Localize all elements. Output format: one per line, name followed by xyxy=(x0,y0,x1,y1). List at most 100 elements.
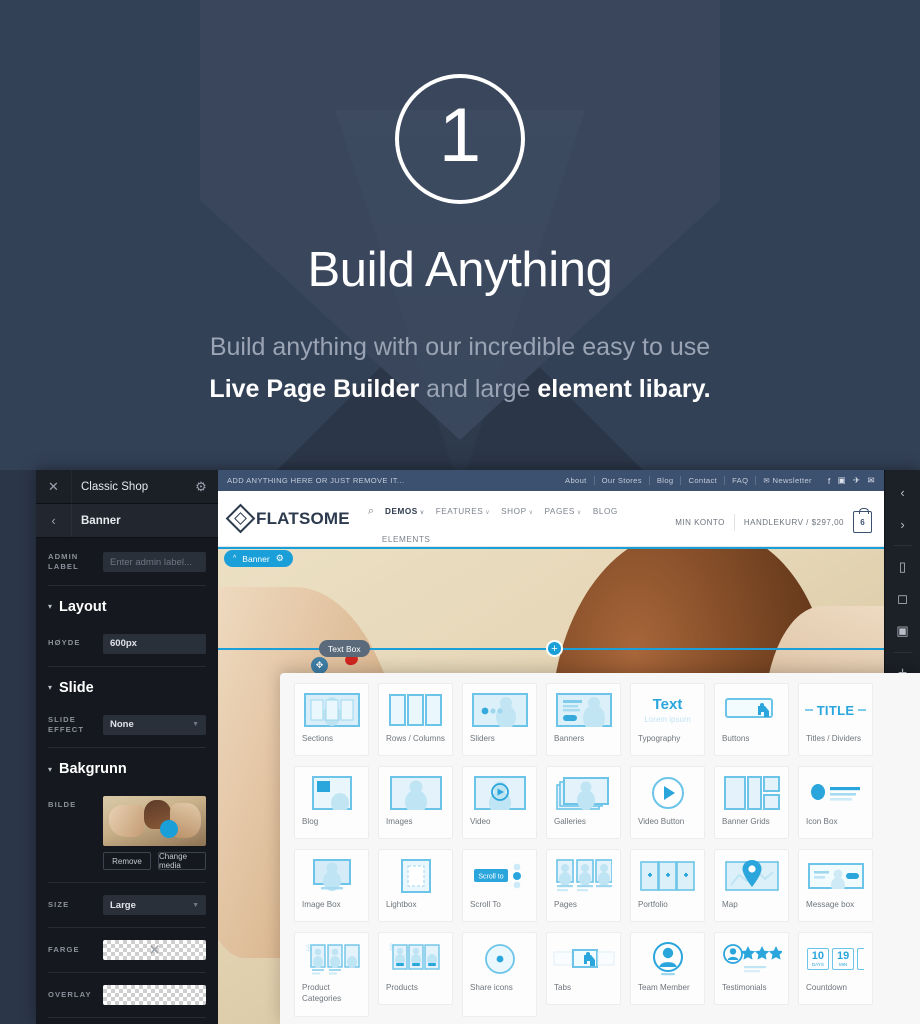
pages-icon xyxy=(552,858,615,894)
library-item-countdown[interactable]: 10 DAYS 19 MIN Countdown xyxy=(798,932,873,1005)
desktop-view-icon[interactable]: ▣ xyxy=(885,615,920,647)
search-icon[interactable]: ⌕ xyxy=(368,505,374,518)
divider xyxy=(48,665,206,667)
library-item-team-member[interactable]: Team Member xyxy=(630,932,705,1005)
site-logo[interactable]: FLATSOME xyxy=(225,503,350,534)
newsletter-label: Newsletter xyxy=(772,476,812,485)
divider xyxy=(48,584,206,586)
instagram-icon[interactable]: ▣ xyxy=(838,475,846,486)
hoyde-input[interactable]: 600px xyxy=(103,633,206,654)
tablet-view-icon[interactable]: ◻ xyxy=(885,583,920,615)
library-item-video[interactable]: Video xyxy=(462,766,537,839)
library-item-buttons[interactable]: Buttons xyxy=(714,683,789,756)
library-item-sections[interactable]: Sections xyxy=(294,683,369,756)
library-item-titles-dividers[interactable]: TITLE Titles / Dividers xyxy=(798,683,873,756)
library-item-product-categories[interactable]: $ Product Categories xyxy=(294,932,369,1017)
nav-item-pages[interactable]: PAGES ∨ xyxy=(545,507,582,516)
library-item-lightbox[interactable]: Lightbox xyxy=(378,849,453,922)
hero-subtitle-line1: Build anything with our incredible easy … xyxy=(209,333,711,361)
size-label: SIZE xyxy=(48,899,70,909)
prev-arrow-icon[interactable]: ‹ xyxy=(885,476,920,508)
collapse-chevron-icon: ^ xyxy=(233,555,237,562)
background-image-thumbnail[interactable] xyxy=(103,796,206,846)
top-link-about[interactable]: About xyxy=(558,476,595,485)
svg-text:$: $ xyxy=(306,943,311,953)
textbox-element-tag[interactable]: Text Box xyxy=(319,640,370,657)
section-bakgrunn-label: Bakgrunn xyxy=(59,761,127,777)
banner-element-tag[interactable]: ^ Banner ⚙ xyxy=(224,550,293,567)
overlay-row: OVERLAY xyxy=(36,975,218,1015)
library-item-label: Typography xyxy=(638,734,681,743)
sidebar-body: ADMIN LABEL Enter admin label... ▾ Layou… xyxy=(36,538,218,1024)
library-item-blog[interactable]: Blog xyxy=(294,766,369,839)
farge-color-swatch[interactable]: ✕ xyxy=(103,940,206,960)
remove-media-button[interactable]: Remove xyxy=(103,852,151,870)
admin-label-input[interactable]: Enter admin label... xyxy=(103,552,206,573)
library-item-video-button[interactable]: Video Button xyxy=(630,766,705,839)
library-item-galleries[interactable]: Galleries xyxy=(546,766,621,839)
change-media-button[interactable]: Change media xyxy=(158,852,206,870)
library-item-portfolio[interactable]: Portfolio xyxy=(630,849,705,922)
size-row: SIZE Large ▼ xyxy=(36,885,218,925)
library-item-products[interactable]: $ Products xyxy=(378,932,453,1005)
divider xyxy=(48,927,206,928)
slide-effect-label: SLIDE EFFECT xyxy=(48,714,85,734)
nav-item-features[interactable]: FEATURES ∨ xyxy=(436,507,490,516)
top-link-blog[interactable]: Blog xyxy=(650,476,682,485)
hero-subtitle-strong2: element libary. xyxy=(537,375,711,403)
size-select[interactable]: Large ▼ xyxy=(103,895,206,915)
account-link[interactable]: MIN KONTO xyxy=(675,518,725,527)
library-item-share-icons[interactable]: Share icons xyxy=(462,932,537,1017)
library-item-label: Lightbox xyxy=(386,900,417,909)
gear-icon: ⚙ xyxy=(275,553,284,563)
library-item-map[interactable]: Map xyxy=(714,849,789,922)
facebook-icon[interactable]: f xyxy=(828,476,831,486)
cart-count-badge[interactable]: 6 xyxy=(853,508,872,533)
slide-effect-select[interactable]: None ▼ xyxy=(103,714,206,735)
library-item-images[interactable]: Images xyxy=(378,766,453,839)
section-bakgrunn[interactable]: ▾ Bakgrunn xyxy=(36,750,218,786)
nav-item-shop[interactable]: SHOP ∨ xyxy=(501,507,533,516)
library-item-scroll-to[interactable]: Scroll to Scroll To xyxy=(462,849,537,922)
library-item-label: Map xyxy=(722,900,738,909)
library-item-rows-columns[interactable]: Rows / Columns xyxy=(378,683,453,756)
close-icon[interactable]: ✕ xyxy=(36,470,72,503)
library-item-message-box[interactable]: Message box xyxy=(798,849,873,922)
overlay-color-swatch[interactable] xyxy=(103,985,206,1005)
section-slide[interactable]: ▾ Slide xyxy=(36,669,218,705)
chevron-down-icon: ▾ xyxy=(48,602,53,611)
cart-link[interactable]: HANDLEKURV / $297,00 xyxy=(744,518,844,527)
top-link-faq[interactable]: FAQ xyxy=(725,476,757,485)
library-item-typography[interactable]: Text Lorem ipsum Typography xyxy=(630,683,705,756)
section-layout[interactable]: ▾ Layout xyxy=(36,588,218,624)
library-item-testimonials[interactable]: Testimonials xyxy=(714,932,789,1005)
nav-label-pages: PAGES xyxy=(544,507,575,516)
gear-icon[interactable]: ⚙ xyxy=(184,479,218,495)
top-link-our-stores[interactable]: Our Stores xyxy=(595,476,650,485)
library-item-banner-grids[interactable]: Banner Grids xyxy=(714,766,789,839)
library-item-sliders[interactable]: Sliders xyxy=(462,683,537,756)
library-item-banners[interactable]: Banners xyxy=(546,683,621,756)
top-link-newsletter[interactable]: ✉ Newsletter xyxy=(756,476,819,485)
countdown-days-value: 10 xyxy=(811,950,824,962)
next-arrow-icon[interactable]: › xyxy=(885,508,920,540)
email-icon[interactable]: ✉ xyxy=(868,475,875,486)
library-item-pages[interactable]: Pages xyxy=(546,849,621,922)
nav-item-elements[interactable]: ELEMENTS xyxy=(382,535,431,544)
library-item-icon-box[interactable]: Icon Box xyxy=(798,766,873,839)
twitter-icon[interactable]: ✈ xyxy=(853,475,860,486)
nav-item-demos[interactable]: DEMOS ∨ xyxy=(385,507,425,516)
typography-art-main: Text xyxy=(652,695,683,713)
nav-item-blog[interactable]: BLOG xyxy=(593,507,618,516)
top-link-contact[interactable]: Contact xyxy=(681,476,726,485)
mobile-view-icon[interactable]: ▯ xyxy=(885,551,920,583)
library-item-label: Testimonials xyxy=(722,983,767,992)
library-item-image-box[interactable]: Image Box xyxy=(294,849,369,922)
library-item-tabs[interactable]: Tabs xyxy=(546,932,621,1005)
admin-label-row: ADMIN LABEL Enter admin label... xyxy=(36,538,218,583)
thumb-focus-dot[interactable] xyxy=(159,820,178,838)
move-element-handle[interactable]: ✥ xyxy=(311,657,328,674)
back-chevron-icon[interactable]: ‹ xyxy=(36,504,72,537)
top-bar-links: About Our Stores Blog Contact FAQ ✉ News… xyxy=(558,476,819,485)
add-element-plus-button[interactable]: + xyxy=(546,640,563,657)
